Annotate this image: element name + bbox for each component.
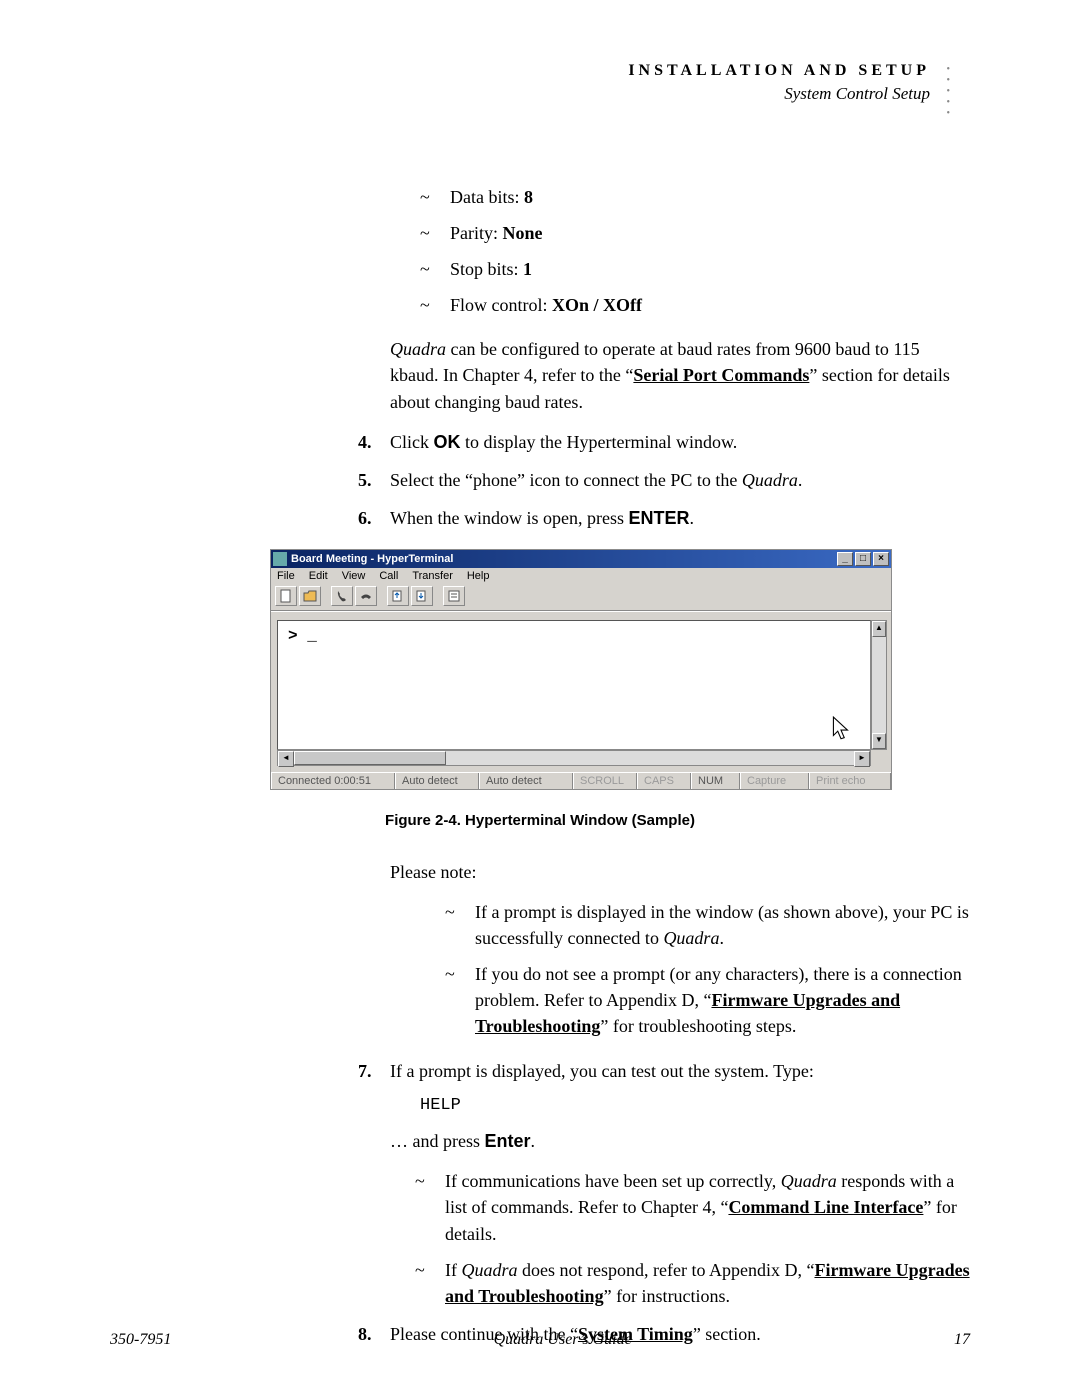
code-help: HELP xyxy=(420,1094,970,1119)
vertical-scrollbar[interactable]: ▲ ▼ xyxy=(871,620,887,750)
minimize-button[interactable]: _ xyxy=(837,552,853,566)
step-5: 5. Select the “phone” icon to connect th… xyxy=(358,467,970,493)
status-capture: Capture xyxy=(740,773,809,789)
link-command-line-interface[interactable]: Command Line Interface xyxy=(728,1197,923,1217)
hyperterminal-window-figure: Board Meeting - HyperTerminal _ □ × File… xyxy=(270,549,892,790)
app-icon xyxy=(273,552,287,566)
link-serial-port-commands[interactable]: Serial Port Commands xyxy=(633,365,809,385)
status-detect1: Auto detect xyxy=(395,773,479,789)
serial-settings-list: Data bits: 8 Parity: None Stop bits: 1 F… xyxy=(420,184,970,318)
notes-list: If a prompt is displayed in the window (… xyxy=(445,899,970,1039)
header-dots: ••••• xyxy=(946,64,950,119)
page: INSTALLATION AND SETUP System Control Se… xyxy=(0,0,1080,1397)
header-chapter-title: INSTALLATION AND SETUP xyxy=(110,62,930,80)
scroll-right-icon[interactable]: ► xyxy=(854,751,870,767)
scroll-left-icon[interactable]: ◄ xyxy=(278,751,294,767)
menu-file[interactable]: File xyxy=(277,570,295,582)
list-item: Data bits: 8 xyxy=(420,184,970,210)
list-item: Stop bits: 1 xyxy=(420,256,970,282)
page-header: INSTALLATION AND SETUP System Control Se… xyxy=(110,62,930,104)
status-print: Print echo xyxy=(809,773,891,789)
phone-disconnect-icon[interactable] xyxy=(355,586,377,606)
list-item: If you do not see a prompt (or any chara… xyxy=(445,961,970,1039)
menu-help[interactable]: Help xyxy=(467,570,490,582)
window-title: Board Meeting - HyperTerminal xyxy=(291,553,835,565)
properties-icon[interactable] xyxy=(443,586,465,606)
page-footer: 350-7951 Quadra User’s Guide 17 xyxy=(110,1331,970,1349)
new-icon[interactable] xyxy=(275,586,297,606)
receive-icon[interactable] xyxy=(411,586,433,606)
step-7: 7. If a prompt is displayed, you can tes… xyxy=(358,1058,970,1309)
step-4: 4. Click OK to display the Hyperterminal… xyxy=(358,429,970,455)
notes-list-2: If communications have been set up corre… xyxy=(415,1168,970,1308)
menu-view[interactable]: View xyxy=(342,570,366,582)
terminal-area: > _ ▲ ▼ ◄ ► xyxy=(271,611,891,772)
toolbar xyxy=(271,584,891,611)
status-num: NUM xyxy=(691,773,740,789)
menu-call[interactable]: Call xyxy=(379,570,398,582)
horizontal-scrollbar[interactable]: ◄ ► xyxy=(277,750,871,766)
menu-transfer[interactable]: Transfer xyxy=(412,570,453,582)
open-icon[interactable] xyxy=(299,586,321,606)
phone-connect-icon[interactable] xyxy=(331,586,353,606)
scroll-thumb[interactable] xyxy=(294,751,446,765)
steps-list-2: 7. If a prompt is displayed, you can tes… xyxy=(358,1058,970,1347)
status-scroll: SCROLL xyxy=(573,773,637,789)
content-block-2: Please note: If a prompt is displayed in… xyxy=(390,859,970,1347)
menu-edit[interactable]: Edit xyxy=(309,570,328,582)
terminal-output[interactable]: > _ xyxy=(277,620,871,750)
list-item: Parity: None xyxy=(420,220,970,246)
titlebar: Board Meeting - HyperTerminal _ □ × xyxy=(271,550,891,568)
scroll-up-icon[interactable]: ▲ xyxy=(872,621,886,637)
footer-doc-number: 350-7951 xyxy=(110,1331,171,1349)
step-6: 6. When the window is open, press ENTER. xyxy=(358,505,970,531)
figure-caption: Figure 2-4. Hyperterminal Window (Sample… xyxy=(110,812,970,829)
footer-doc-title: Quadra User’s Guide xyxy=(494,1331,632,1349)
list-item: If communications have been set up corre… xyxy=(415,1168,970,1246)
status-connected: Connected 0:00:51 xyxy=(271,773,395,789)
baud-paragraph: Quadra can be configured to operate at b… xyxy=(390,336,970,414)
status-caps: CAPS xyxy=(637,773,691,789)
cursor-icon xyxy=(831,716,851,742)
maximize-button[interactable]: □ xyxy=(855,552,871,566)
status-bar: Connected 0:00:51 Auto detect Auto detec… xyxy=(271,772,891,789)
list-item: If a prompt is displayed in the window (… xyxy=(445,899,970,951)
send-icon[interactable] xyxy=(387,586,409,606)
please-note-label: Please note: xyxy=(390,859,970,885)
close-button[interactable]: × xyxy=(873,552,889,566)
status-detect2: Auto detect xyxy=(479,773,573,789)
steps-list: 4. Click OK to display the Hyperterminal… xyxy=(358,429,970,531)
scroll-down-icon[interactable]: ▼ xyxy=(872,733,886,749)
list-item: If Quadra does not respond, refer to App… xyxy=(415,1257,970,1309)
header-section-title: System Control Setup xyxy=(110,84,930,104)
content-block: Data bits: 8 Parity: None Stop bits: 1 F… xyxy=(390,184,970,531)
footer-page-number: 17 xyxy=(954,1331,970,1349)
menubar: File Edit View Call Transfer Help xyxy=(271,568,891,584)
list-item: Flow control: XOn / XOff xyxy=(420,292,970,318)
